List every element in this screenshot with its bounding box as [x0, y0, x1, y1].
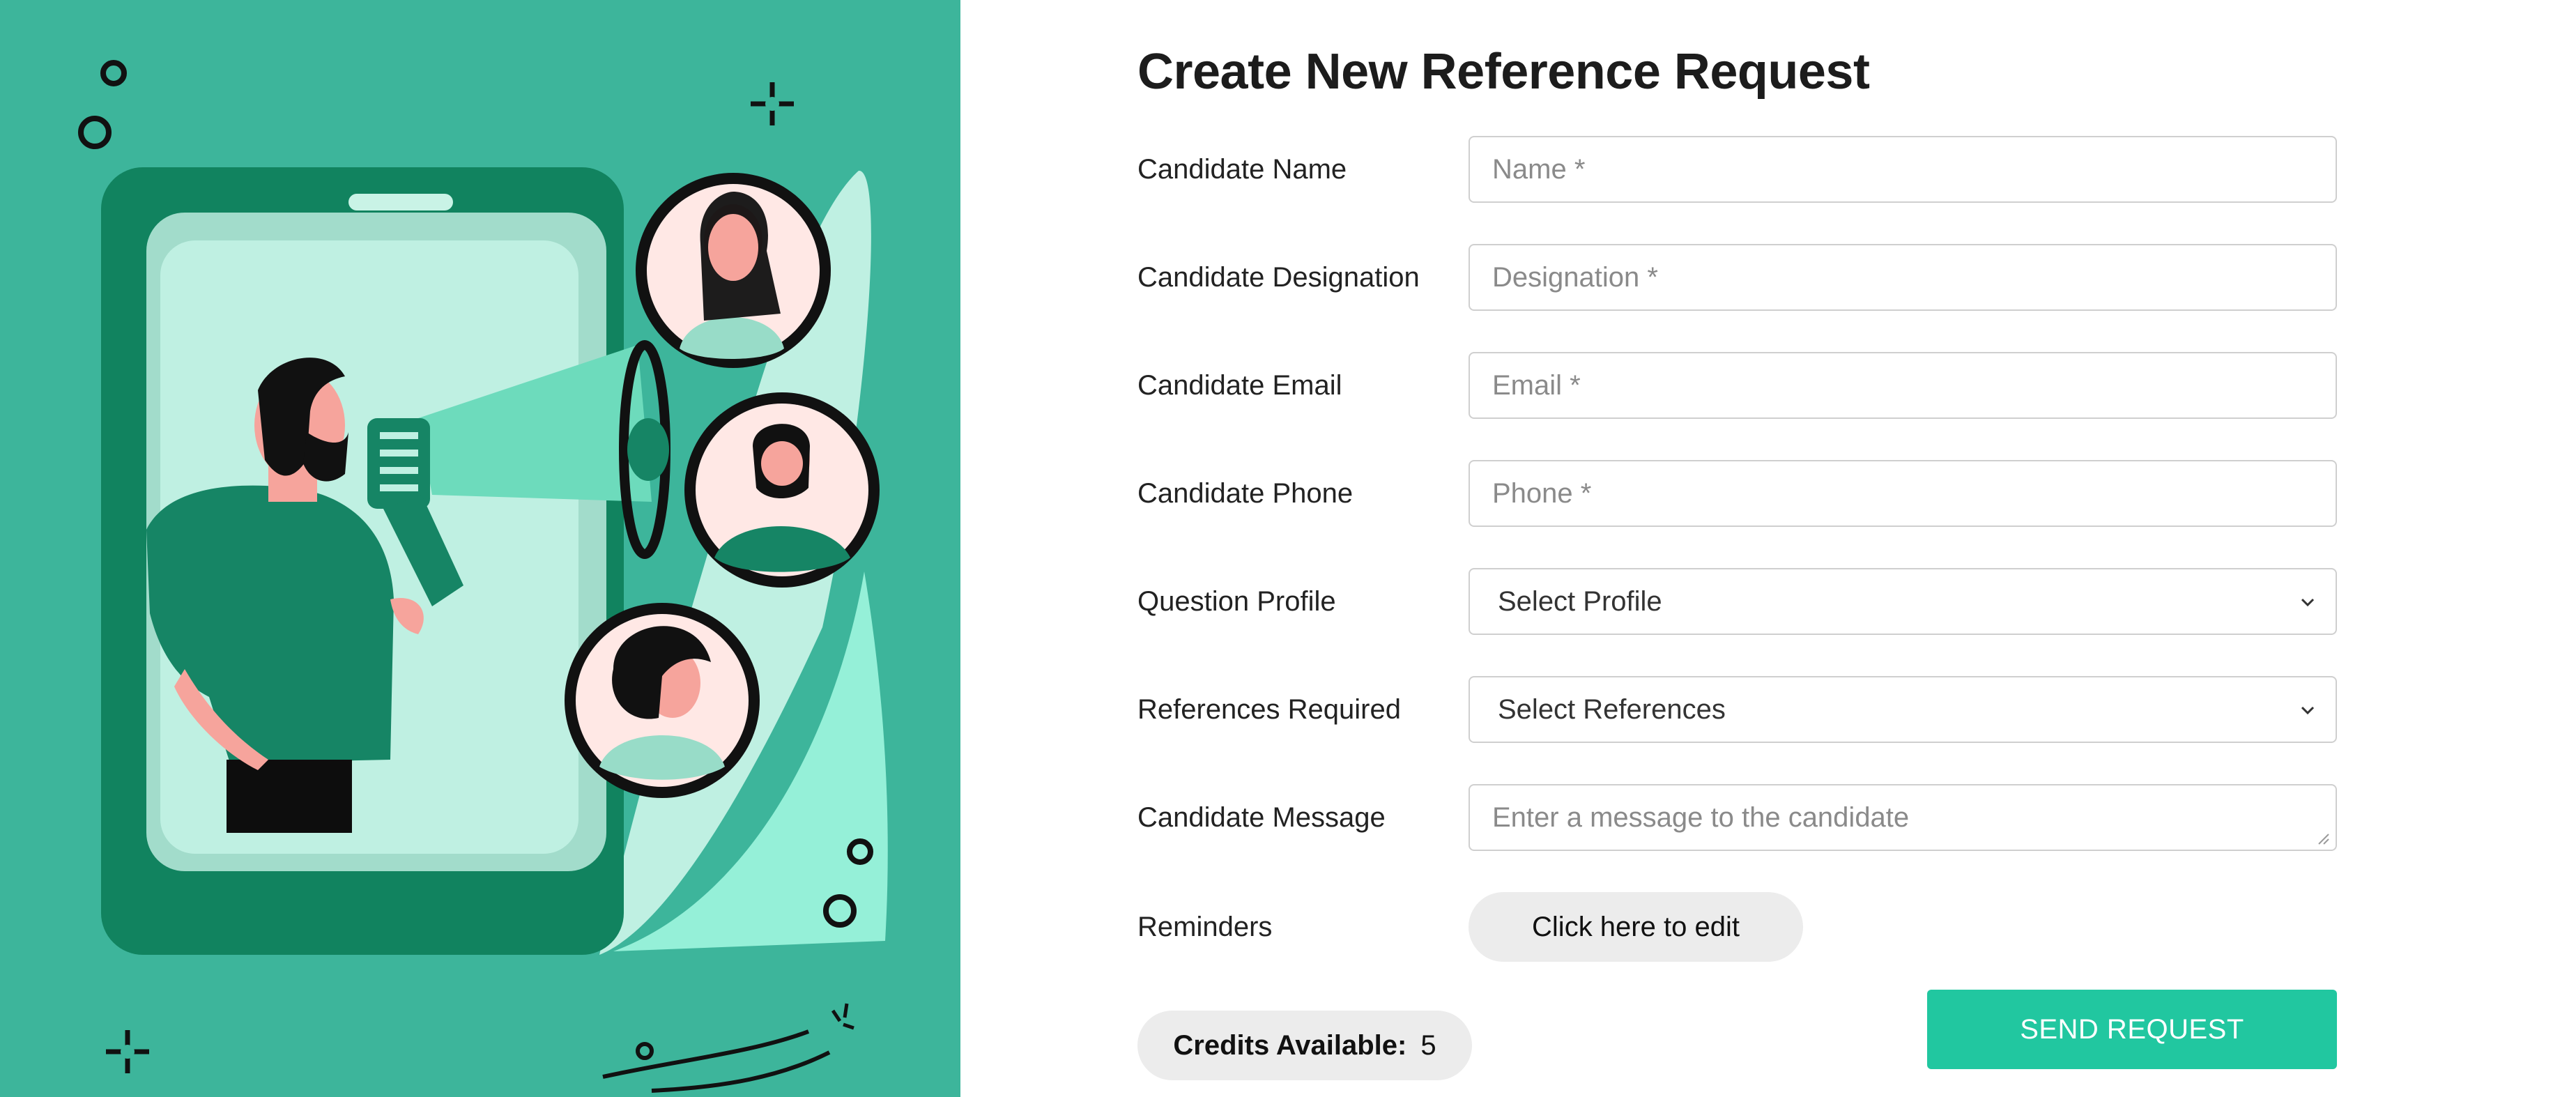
reference-request-form: Create New Reference Request Candidate N… — [960, 0, 2576, 1097]
chevron-down-icon — [2301, 598, 2315, 607]
candidate-email-label: Candidate Email — [1137, 370, 1342, 401]
credits-value: 5 — [1420, 1029, 1436, 1061]
candidate-name-input[interactable] — [1469, 136, 2337, 203]
megaphone-announcement-illustration — [78, 60, 888, 1093]
chevron-down-icon — [2301, 706, 2315, 715]
candidate-designation-label: Candidate Designation — [1137, 262, 1420, 293]
candidate-designation-row: Candidate Designation — [1137, 244, 2392, 311]
question-profile-value: Select Profile — [1498, 586, 1662, 617]
candidate-name-label: Candidate Name — [1137, 154, 1347, 185]
credits-badge: Credits Available: 5 — [1137, 1011, 1472, 1080]
references-required-value: Select References — [1498, 694, 1726, 725]
reference-request-page: Create New Reference Request Candidate N… — [0, 0, 2576, 1097]
question-profile-select[interactable]: Select Profile — [1469, 568, 2337, 635]
credits-label: Credits Available: — [1173, 1029, 1407, 1061]
candidate-message-textarea[interactable] — [1469, 784, 2337, 851]
candidate-email-input[interactable] — [1469, 352, 2337, 419]
hero-illustration — [0, 0, 960, 1097]
send-request-button[interactable]: SEND REQUEST — [1927, 990, 2337, 1069]
edit-reminders-button[interactable]: Click here to edit — [1469, 892, 1803, 962]
candidate-designation-input[interactable] — [1469, 244, 2337, 311]
references-required-row: References Required Select References — [1137, 676, 2392, 743]
reminders-label: Reminders — [1137, 912, 1273, 942]
question-profile-row: Question Profile Select Profile — [1137, 568, 2392, 635]
references-required-select[interactable]: Select References — [1469, 676, 2337, 743]
resize-grip-icon[interactable] — [2315, 830, 2330, 845]
candidate-phone-label: Candidate Phone — [1137, 478, 1354, 509]
candidate-phone-row: Candidate Phone — [1137, 460, 2392, 527]
candidate-message-label: Candidate Message — [1137, 802, 1386, 833]
question-profile-label: Question Profile — [1137, 586, 1336, 617]
candidate-name-row: Candidate Name — [1137, 136, 2392, 203]
page-title: Create New Reference Request — [1137, 44, 1870, 100]
reminders-row: Reminders Click here to edit — [1137, 892, 2392, 962]
candidate-message-row: Candidate Message — [1137, 784, 2392, 851]
references-required-label: References Required — [1137, 694, 1401, 725]
candidate-email-row: Candidate Email — [1137, 352, 2392, 419]
candidate-phone-input[interactable] — [1469, 460, 2337, 527]
